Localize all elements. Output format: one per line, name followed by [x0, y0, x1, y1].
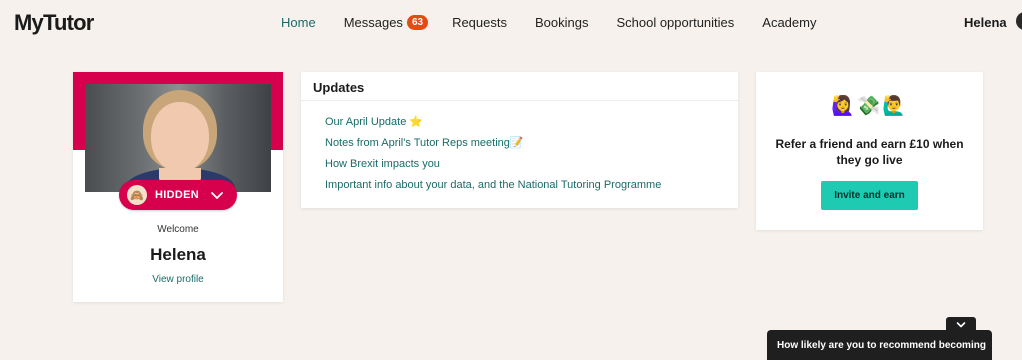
update-link[interactable]: Important info about your data, and the … — [325, 175, 661, 196]
welcome-text: Welcome — [157, 224, 199, 235]
invite-and-earn-button[interactable]: Invite and earn — [821, 181, 918, 210]
user-menu-name[interactable]: Helena — [964, 15, 1007, 30]
messages-count-badge: 63 — [406, 15, 429, 30]
update-link[interactable]: Notes from April's Tutor Reps meeting📝 — [325, 133, 661, 154]
updates-card: Updates Our April Update ⭐ Notes from Ap… — [301, 72, 738, 208]
update-link[interactable]: Our April Update ⭐ — [325, 112, 661, 133]
update-link[interactable]: How Brexit impacts you — [325, 154, 661, 175]
survey-panel[interactable]: How likely are you to recommend becoming — [767, 330, 992, 360]
chevron-down-icon — [211, 192, 223, 199]
nav-bookings[interactable]: Bookings — [535, 15, 588, 30]
profile-name: Helena — [150, 245, 206, 264]
visibility-status-button[interactable]: 🙈 HIDDEN — [119, 180, 237, 210]
survey-collapse-button[interactable] — [946, 317, 976, 333]
view-profile-link[interactable]: View profile — [73, 274, 283, 285]
nav-school-opportunities[interactable]: School opportunities — [616, 15, 734, 30]
profile-photo — [85, 84, 271, 192]
nav-requests-label: Requests — [452, 15, 507, 30]
nav-home[interactable]: Home — [281, 15, 316, 30]
user-avatar[interactable] — [1016, 12, 1022, 30]
refer-emoji-illustration: 🙋‍♀️💸🙋‍♂️ — [831, 96, 908, 117]
updates-title: Updates — [313, 80, 365, 95]
updates-list: Our April Update ⭐ Notes from April's Tu… — [325, 112, 661, 196]
mytutor-logo[interactable]: MyTutor — [14, 10, 94, 36]
updates-divider — [301, 100, 738, 101]
visibility-status-label: HIDDEN — [155, 189, 199, 201]
nav-requests[interactable]: Requests — [452, 15, 507, 30]
nav-academy[interactable]: Academy — [762, 15, 816, 30]
nav-home-label: Home — [281, 15, 316, 30]
nav-bookings-label: Bookings — [534, 15, 589, 30]
profile-card: 🙈 HIDDEN Welcome Helena View profile — [73, 72, 283, 302]
refer-friend-card: 🙋‍♀️💸🙋‍♂️ Refer a friend and earn £10 wh… — [756, 72, 983, 230]
nav-school-opportunities-label: School opportunities — [616, 15, 735, 30]
main-nav: Home Messages 63 Requests Bookings Schoo… — [281, 15, 816, 30]
chevron-down-icon — [956, 322, 966, 328]
nav-academy-label: Academy — [762, 15, 817, 30]
hidden-status-icon: 🙈 — [127, 185, 147, 205]
refer-friend-text: Refer a friend and earn £10 when they go… — [775, 137, 964, 167]
nav-messages[interactable]: Messages 63 — [343, 15, 429, 30]
nav-messages-label: Messages — [343, 15, 403, 30]
